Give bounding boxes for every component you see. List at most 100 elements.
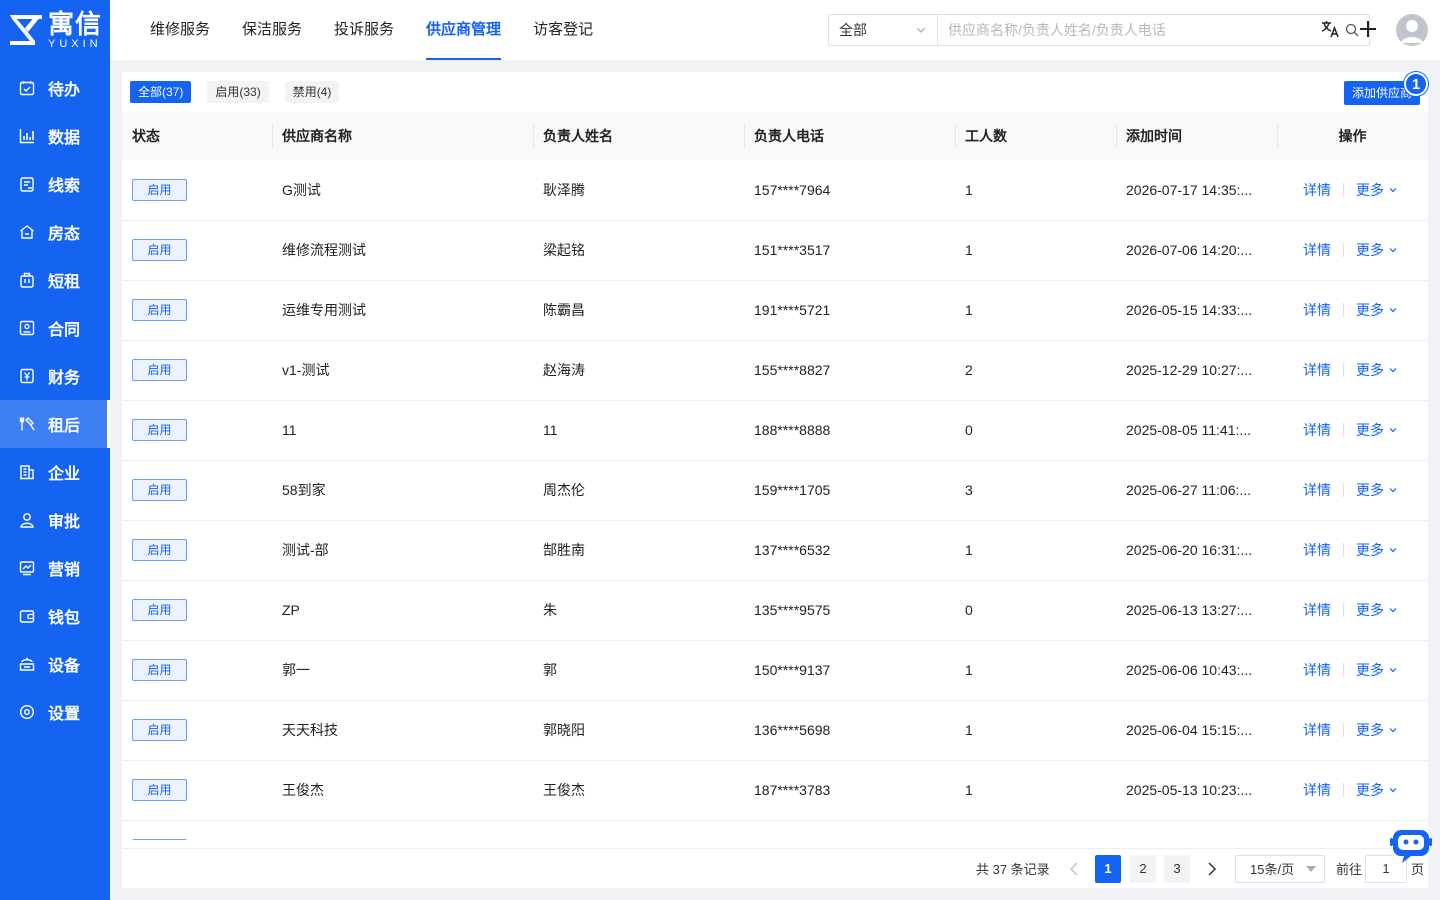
worker-count-cell: 1 <box>955 160 1116 221</box>
action-divider <box>1343 363 1344 377</box>
more-label: 更多 <box>1356 662 1384 678</box>
page-1-button[interactable]: 1 <box>1095 854 1121 883</box>
detail-link[interactable]: 详情 <box>1303 300 1331 320</box>
sidebar-item-0[interactable]: 待办 <box>0 64 110 112</box>
next-page-button[interactable] <box>1202 855 1222 883</box>
sidebar-item-7[interactable]: 租后 <box>0 400 110 448</box>
tab-3[interactable]: 供应商管理 <box>410 0 517 60</box>
supplier-name-cell: v1-测试 <box>272 340 533 401</box>
sidebar-item-9[interactable]: 审批 <box>0 496 110 544</box>
more-dropdown[interactable]: 更多 <box>1356 780 1398 800</box>
detail-link[interactable]: 详情 <box>1303 480 1331 500</box>
added-time-cell: 2025-06-13 13:27:... <box>1116 580 1277 641</box>
avatar[interactable] <box>1396 14 1428 46</box>
filter-chip-1[interactable]: 启用(33) <box>207 81 269 103</box>
translate-icon[interactable] <box>1319 18 1341 40</box>
detail-link[interactable]: 详情 <box>1303 600 1331 620</box>
plus-icon[interactable] <box>1357 18 1379 40</box>
chevron-down-icon <box>1388 722 1398 738</box>
sidebar-item-label: 租后 <box>48 418 81 435</box>
more-dropdown[interactable]: 更多 <box>1356 300 1398 320</box>
sidebar-item-10[interactable]: 营销 <box>0 544 110 592</box>
brand-logo[interactable]: 寓信 YUXIN <box>0 0 110 60</box>
added-time-cell: 2026-05-15 14:33:... <box>1116 280 1277 341</box>
detail-link[interactable]: 详情 <box>1303 780 1331 800</box>
tab-1[interactable]: 保洁服务 <box>226 0 318 60</box>
sidebar-item-4[interactable]: 短租 <box>0 256 110 304</box>
tab-2[interactable]: 投诉服务 <box>318 0 410 60</box>
house-icon <box>18 223 36 241</box>
supplier-name-cell: 天天科技 <box>272 700 533 761</box>
more-dropdown[interactable]: 更多 <box>1356 360 1398 380</box>
more-dropdown[interactable]: 更多 <box>1356 660 1398 680</box>
worker-count-cell: 2 <box>955 820 1116 840</box>
page-size-select[interactable]: 15条/页 <box>1235 854 1325 883</box>
more-dropdown[interactable]: 更多 <box>1356 240 1398 260</box>
chevron-down-icon <box>916 27 926 33</box>
detail-link[interactable]: 详情 <box>1303 360 1331 380</box>
action-divider <box>1343 423 1344 437</box>
sidebar-item-2[interactable]: 线索 <box>0 160 110 208</box>
prev-page-button[interactable] <box>1064 855 1084 883</box>
sidebar-item-8[interactable]: 企业 <box>0 448 110 496</box>
sidebar-item-1[interactable]: 数据 <box>0 112 110 160</box>
sidebar-item-6[interactable]: 财务 <box>0 352 110 400</box>
more-dropdown[interactable]: 更多 <box>1356 420 1398 440</box>
detail-link[interactable]: 详情 <box>1303 420 1331 440</box>
detail-link[interactable]: 详情 <box>1303 720 1331 740</box>
filter-chip-2[interactable]: 禁用(4) <box>284 81 340 103</box>
action-divider <box>1343 723 1344 737</box>
detail-link[interactable]: 详情 <box>1303 180 1331 200</box>
chevron-down-icon <box>1388 662 1398 678</box>
sidebar-item-12[interactable]: 设备 <box>0 640 110 688</box>
row-actions: 详情 更多 <box>1287 480 1428 500</box>
contact-name-cell: 陈霸昌 <box>533 280 744 341</box>
detail-link[interactable]: 详情 <box>1303 540 1331 560</box>
status-cell: 启用 <box>122 220 272 281</box>
sidebar-item-3[interactable]: 房态 <box>0 208 110 256</box>
status-badge: 启用 <box>132 779 187 801</box>
more-dropdown[interactable]: 更多 <box>1356 720 1398 740</box>
caret-down-icon <box>1306 865 1316 872</box>
filter-chip-0[interactable]: 全部(37) <box>130 81 192 103</box>
detail-link[interactable]: 详情 <box>1303 240 1331 260</box>
sidebar-item-11[interactable]: 钱包 <box>0 592 110 640</box>
operations-cell: 详情 更多 <box>1277 280 1428 341</box>
sidebar-item-label: 设备 <box>48 658 81 675</box>
action-divider <box>1343 543 1344 557</box>
operations-cell: 详情 更多 <box>1277 580 1428 641</box>
status-badge: 启用 <box>132 419 187 441</box>
page-3-button[interactable]: 3 <box>1164 854 1190 883</box>
contact-name-cell: 赵海涛 <box>533 340 744 401</box>
status-cell: 启用 <box>122 460 272 521</box>
tab-0[interactable]: 维修服务 <box>134 0 226 60</box>
status-badge: 启用 <box>132 479 187 501</box>
action-divider <box>1343 663 1344 677</box>
chevron-down-icon <box>1388 422 1398 438</box>
more-dropdown[interactable]: 更多 <box>1356 600 1398 620</box>
table-row: 启用 11 11 188****8888 0 2025-08-05 11:41:... 详情… <box>122 400 1428 461</box>
supplier-name-cell: 运维专用测试 <box>272 280 533 341</box>
top-header: 维修服务 保洁服务 投诉服务 供应商管理 访客登记 全部 <box>110 0 1440 60</box>
status-badge: 启用 <box>132 299 187 321</box>
search-input[interactable] <box>948 22 1345 38</box>
tab-4[interactable]: 访客登记 <box>517 0 609 60</box>
sidebar-item-13[interactable]: 设置 <box>0 688 110 736</box>
sidebar-item-5[interactable]: 合同 <box>0 304 110 352</box>
sidebar-item-label: 合同 <box>48 322 81 339</box>
contact-name-cell: 朱 <box>533 580 744 641</box>
more-dropdown[interactable]: 更多 <box>1356 540 1398 560</box>
action-divider <box>1343 483 1344 497</box>
added-time-cell: 2025-06-04 15:15:... <box>1116 700 1277 761</box>
page-2-button[interactable]: 2 <box>1130 854 1156 883</box>
more-dropdown[interactable]: 更多 <box>1356 480 1398 500</box>
supplier-name-cell: 维修流程测试 <box>272 220 533 281</box>
operations-cell: 详情 更多 <box>1277 700 1428 761</box>
bar-chart-icon <box>18 127 36 145</box>
table-row: 启用 王俊杰 王俊杰 187****3783 1 2025-05-13 10:23:...… <box>122 760 1428 821</box>
more-dropdown[interactable]: 更多 <box>1356 180 1398 200</box>
table-body: 启用 G测试 耿泽腾 157****7964 1 2026-07-17 14:35:...… <box>122 160 1428 840</box>
detail-link[interactable]: 详情 <box>1303 660 1331 680</box>
search-scope-select[interactable]: 全部 <box>828 14 938 46</box>
chat-assistant-button[interactable] <box>1390 828 1432 864</box>
